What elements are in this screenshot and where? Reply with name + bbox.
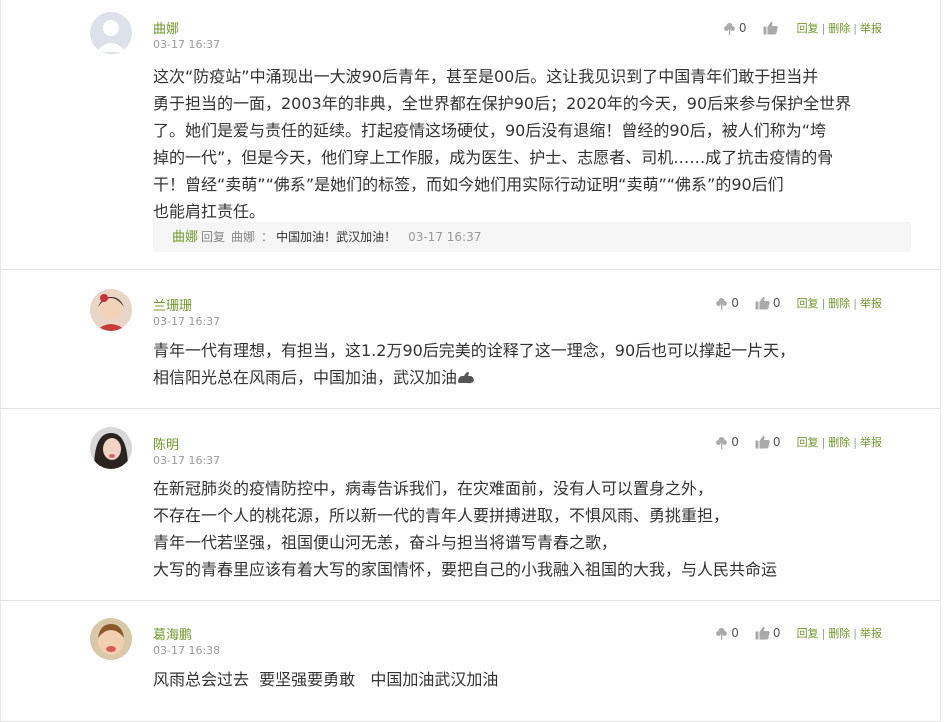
flower-icon xyxy=(716,627,728,640)
dislike-button[interactable]: 0 xyxy=(715,626,739,640)
divider: | xyxy=(853,21,857,35)
like-button[interactable]: 0 xyxy=(755,296,781,310)
reply-target: 曲娜 xyxy=(231,230,256,244)
reply-time: 03-17 16:37 xyxy=(408,230,482,244)
like-button[interactable]: 0 xyxy=(755,626,781,640)
comment-time: 03-17 16:37 xyxy=(153,454,221,467)
divider: | xyxy=(821,296,826,310)
user-photo-icon xyxy=(90,427,132,469)
default-avatar-icon xyxy=(90,12,132,54)
reply-colon: ： xyxy=(261,230,274,244)
comment-ops: 回复 | 删除 | 举报 xyxy=(797,20,882,36)
delete-link[interactable]: 删除 xyxy=(828,20,850,36)
dislike-count: 0 xyxy=(731,626,739,640)
comment-text: 青年一代有理想，有担当，这1.2万90后完美的诠释了这一理念，90后也可以撑起一… xyxy=(153,337,913,391)
comment-item: 葛海鹏 03-17 16:38 0 0 回复 | 删除 | 举报 风雨总会过去 … xyxy=(1,601,940,722)
report-link[interactable]: 举报 xyxy=(860,295,882,311)
user-photo-icon xyxy=(90,289,132,331)
divider: | xyxy=(821,626,826,640)
comment-text: 风雨总会过去 要坚强要勇敢 中国加油武汉加油 xyxy=(153,670,499,689)
flower-icon xyxy=(716,436,728,449)
comment-text: 这次“防疫站”中涌现出一大波90后青年，甚至是00后。这让我见识到了中国青年们敢… xyxy=(153,67,852,221)
reply-box: 曲娜 回复 曲娜 ：中国加油！武汉加油！ 03-17 16:37 xyxy=(153,222,911,252)
comment-username[interactable]: 陈明 xyxy=(153,434,179,453)
reply-link[interactable]: 回复 xyxy=(797,434,819,450)
thumbs-up-icon xyxy=(755,626,770,640)
comment-item: 兰珊珊 03-17 16:37 0 0 回复 | 删除 | 举报 青年一代有理想… xyxy=(1,270,940,409)
comment-username[interactable]: 葛海鹏 xyxy=(153,624,192,643)
report-link[interactable]: 举报 xyxy=(860,20,882,36)
divider: | xyxy=(853,296,857,310)
comment-ops: 回复 | 删除 | 举报 xyxy=(797,434,882,450)
comment-item: 陈明 03-17 16:37 0 0 回复 | 删除 | 举报 在新冠肺炎的疫情… xyxy=(1,409,940,601)
thumbs-up-icon xyxy=(763,21,778,35)
comment-actions: 0 回复 | 删除 | 举报 xyxy=(723,20,882,36)
avatar[interactable] xyxy=(90,427,132,469)
thumbs-up-icon xyxy=(755,435,770,449)
like-count: 0 xyxy=(772,435,781,449)
dislike-count: 0 xyxy=(731,296,739,310)
like-count: 0 xyxy=(772,626,781,640)
dislike-count: 0 xyxy=(738,21,747,35)
divider: | xyxy=(853,626,857,640)
reply-text: 中国加油！武汉加油！ xyxy=(276,230,397,244)
comment-actions: 0 0 回复 | 删除 | 举报 xyxy=(715,295,882,311)
like-count: 0 xyxy=(772,296,781,310)
delete-link[interactable]: 删除 xyxy=(828,295,850,311)
reply-verb: 回复 xyxy=(201,230,226,244)
reply-author[interactable]: 曲娜 xyxy=(172,230,198,245)
divider: | xyxy=(821,21,826,35)
report-link[interactable]: 举报 xyxy=(860,434,882,450)
comment-time: 03-17 16:38 xyxy=(153,644,221,657)
dislike-button[interactable]: 0 xyxy=(723,21,747,35)
delete-link[interactable]: 删除 xyxy=(828,625,850,641)
comment-text: 在新冠肺炎的疫情防控中，病毒告诉我们，在灾难面前，没有人可以置身之外， 不存在一… xyxy=(153,479,778,579)
thumbs-up-icon xyxy=(755,296,770,310)
comment-username[interactable]: 曲娜 xyxy=(153,18,179,37)
divider: | xyxy=(853,435,857,449)
comment-ops: 回复 | 删除 | 举报 xyxy=(797,295,882,311)
reply-link[interactable]: 回复 xyxy=(797,20,819,36)
comment-username[interactable]: 兰珊珊 xyxy=(153,295,192,314)
reply-link[interactable]: 回复 xyxy=(797,625,819,641)
like-button[interactable] xyxy=(763,21,781,35)
dislike-button[interactable]: 0 xyxy=(715,296,739,310)
like-button[interactable]: 0 xyxy=(755,435,781,449)
comment-ops: 回复 | 删除 | 举报 xyxy=(797,625,882,641)
comment-list: 曲娜 03-17 16:37 0 回复 | 删除 | 举报 这次“防疫站”中涌现… xyxy=(0,0,941,722)
user-photo-icon xyxy=(90,618,132,660)
reply-link[interactable]: 回复 xyxy=(797,295,819,311)
comment-time: 03-17 16:37 xyxy=(153,315,221,328)
dislike-button[interactable]: 0 xyxy=(715,435,739,449)
comment-time: 03-17 16:37 xyxy=(153,38,221,51)
delete-link[interactable]: 删除 xyxy=(828,434,850,450)
divider: | xyxy=(821,435,826,449)
report-link[interactable]: 举报 xyxy=(860,625,882,641)
comment-item: 曲娜 03-17 16:37 0 回复 | 删除 | 举报 这次“防疫站”中涌现… xyxy=(1,0,940,270)
dislike-count: 0 xyxy=(731,435,739,449)
flexed-biceps-icon xyxy=(458,372,475,384)
flower-icon xyxy=(716,297,728,310)
avatar[interactable] xyxy=(90,12,132,54)
flower-icon xyxy=(724,22,735,35)
comment-actions: 0 0 回复 | 删除 | 举报 xyxy=(715,434,882,450)
comment-actions: 0 0 回复 | 删除 | 举报 xyxy=(715,625,882,641)
avatar[interactable] xyxy=(90,618,132,660)
avatar[interactable] xyxy=(90,289,132,331)
